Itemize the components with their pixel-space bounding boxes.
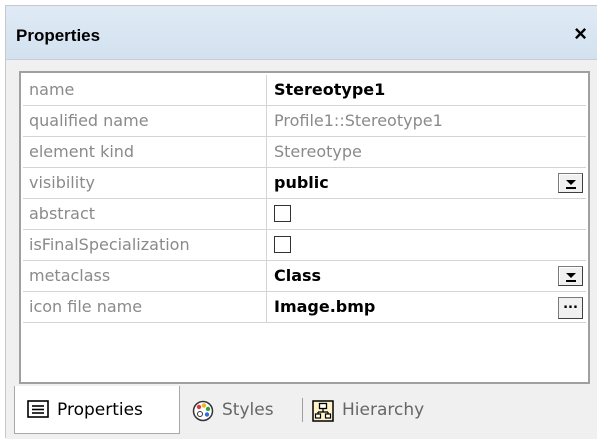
tab-properties[interactable]: Properties	[14, 386, 180, 434]
property-row-abstract[interactable]: abstract	[23, 199, 586, 230]
dropdown-underline	[566, 187, 576, 189]
metaclass-dropdown[interactable]: Class	[267, 261, 586, 292]
panel-titlebar: Properties ×	[6, 6, 597, 60]
property-label: visibility	[23, 168, 267, 199]
property-row-isfinalspecialization[interactable]: isFinalSpecialization	[23, 230, 586, 261]
hierarchy-icon	[312, 400, 334, 422]
property-label: icon file name	[23, 292, 267, 323]
properties-panel: Properties × name Stereotype1 qualified …	[5, 5, 597, 439]
properties-icon	[27, 400, 49, 418]
panel-title: Properties	[16, 26, 101, 45]
property-label: element kind	[23, 137, 267, 168]
qualified-name-value: Profile1::Stereotype1	[274, 111, 443, 130]
abstract-value-cell	[267, 199, 586, 230]
browse-button[interactable]: ...	[558, 297, 583, 319]
visibility-selected-value: public	[274, 173, 329, 192]
property-grid-body: name Stereotype1 qualified name Profile1…	[23, 75, 586, 380]
metaclass-dropdown-button[interactable]	[558, 266, 583, 286]
property-row-element-kind[interactable]: element kind Stereotype	[23, 137, 586, 168]
element-kind-value: Stereotype	[274, 142, 362, 161]
chevron-down-icon	[566, 180, 576, 185]
property-label: qualified name	[23, 106, 267, 137]
visibility-dropdown-button[interactable]	[558, 173, 583, 193]
property-row-name[interactable]: name Stereotype1	[23, 75, 586, 106]
isfinalspecialization-value-cell	[267, 230, 586, 261]
property-label: abstract	[23, 199, 267, 230]
property-label: name	[23, 75, 267, 106]
chevron-down-icon	[566, 273, 576, 278]
tab-label: Styles	[222, 400, 274, 420]
isfinalspecialization-checkbox[interactable]	[274, 236, 291, 253]
tab-styles[interactable]: Styles	[192, 386, 302, 434]
property-row-qualified-name[interactable]: qualified name Profile1::Stereotype1	[23, 106, 586, 137]
close-icon[interactable]: ×	[574, 21, 587, 47]
styles-palette-icon	[192, 400, 214, 422]
tab-label: Hierarchy	[342, 400, 425, 420]
name-value-field[interactable]: Stereotype1	[267, 75, 586, 106]
panel-tab-bar: Properties Styles Hierarchy	[6, 386, 597, 439]
property-grid: name Stereotype1 qualified name Profile1…	[19, 71, 590, 384]
property-label: isFinalSpecialization	[23, 230, 267, 261]
metaclass-selected-value: Class	[274, 266, 322, 285]
icon-file-name-value: Image.bmp	[274, 297, 376, 316]
tab-separator	[302, 398, 303, 422]
icon-file-name-field[interactable]: Image.bmp ...	[267, 292, 586, 323]
dropdown-underline	[566, 280, 576, 282]
tab-label: Properties	[57, 400, 143, 420]
visibility-dropdown[interactable]: public	[267, 168, 586, 199]
tab-hierarchy[interactable]: Hierarchy	[312, 386, 462, 434]
property-label: metaclass	[23, 261, 267, 292]
property-row-visibility[interactable]: visibility public	[23, 168, 586, 199]
property-row-icon-file-name[interactable]: icon file name Image.bmp ...	[23, 292, 586, 323]
abstract-checkbox[interactable]	[274, 205, 291, 222]
property-row-metaclass[interactable]: metaclass Class	[23, 261, 586, 292]
